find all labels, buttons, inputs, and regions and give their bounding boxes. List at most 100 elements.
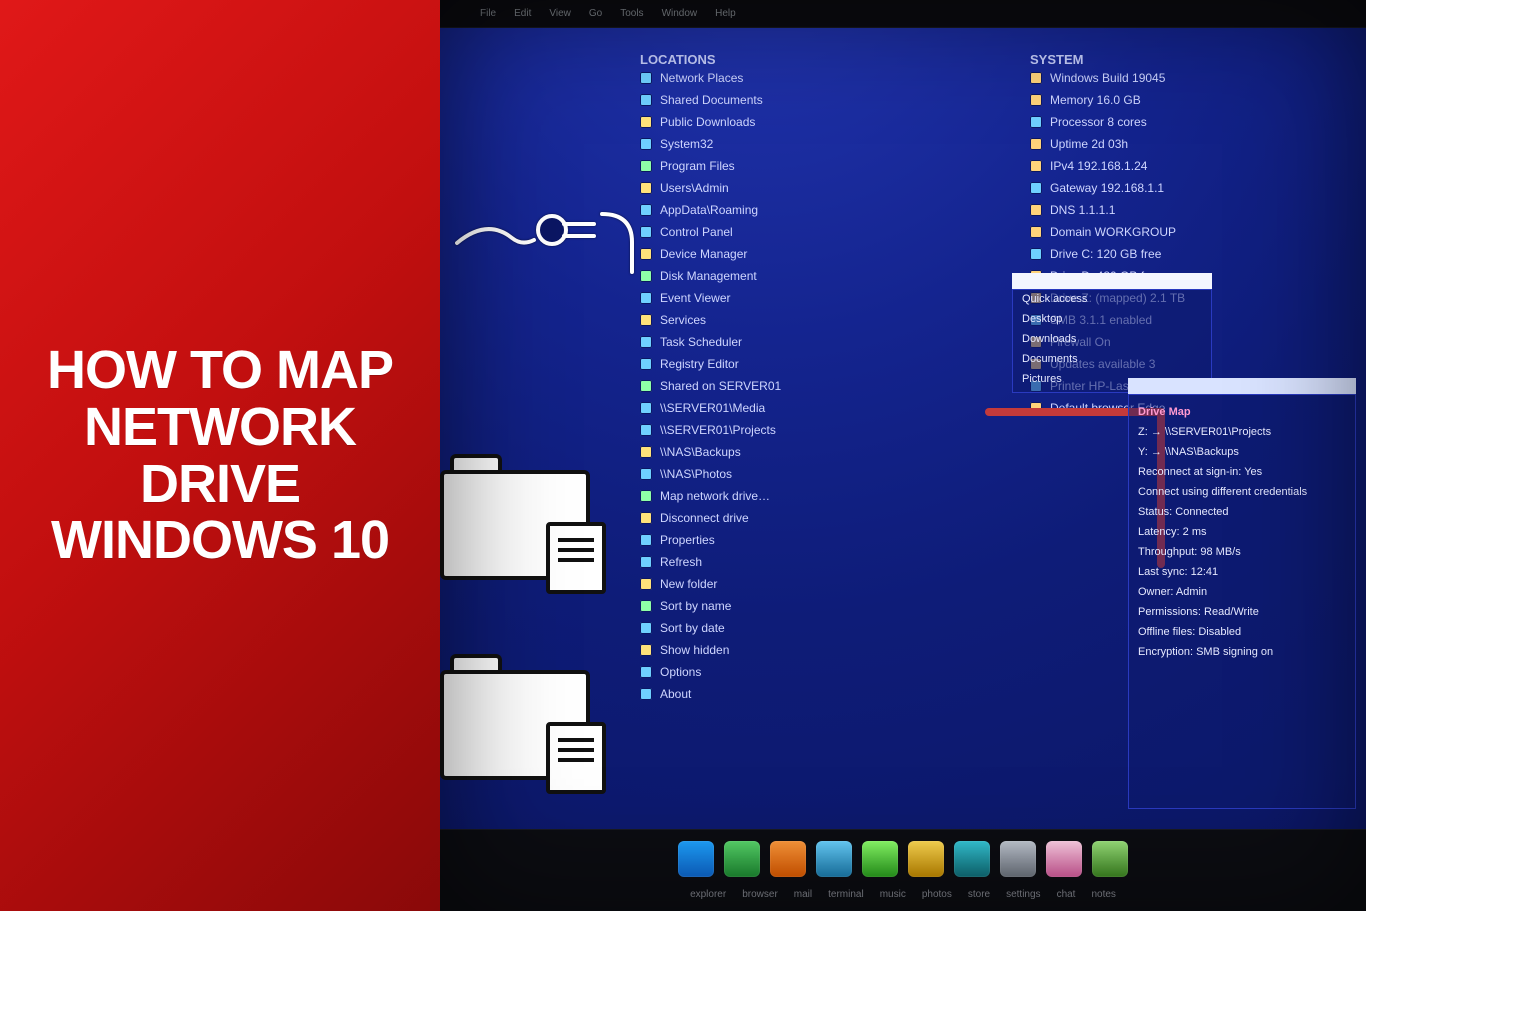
menu-item[interactable]: Help bbox=[715, 8, 736, 19]
list-item-label: \\NAS\Backups bbox=[660, 441, 741, 463]
bullet-icon bbox=[640, 94, 652, 106]
dock-tile-terminal[interactable] bbox=[816, 841, 852, 877]
list-item[interactable]: Domain WORKGROUP bbox=[1030, 221, 1366, 243]
list-item[interactable]: IPv4 192.168.1.24 bbox=[1030, 155, 1366, 177]
list-item-label: Shared Documents bbox=[660, 89, 763, 111]
dock-label: notes bbox=[1091, 889, 1115, 900]
list-item[interactable]: Windows Build 19045 bbox=[1030, 67, 1366, 89]
list-item[interactable]: \\SERVER01\Projects bbox=[640, 419, 1000, 441]
dock-label: terminal bbox=[828, 889, 864, 900]
dock-label: settings bbox=[1006, 889, 1040, 900]
dock-tile-explorer[interactable] bbox=[678, 841, 714, 877]
list-item[interactable]: \\SERVER01\Media bbox=[640, 397, 1000, 419]
list-item[interactable]: Device Manager bbox=[640, 243, 1000, 265]
floating-panel-drivemap[interactable]: ● ● ● Drive Map Z: → \\SERVER01\Projects… bbox=[1128, 378, 1356, 809]
list-item-label: \\SERVER01\Media bbox=[660, 397, 765, 419]
dock-tile-store[interactable] bbox=[954, 841, 990, 877]
dock-tile-music[interactable] bbox=[862, 841, 898, 877]
list-item-label: Program Files bbox=[660, 155, 735, 177]
list-item-label: Control Panel bbox=[660, 221, 733, 243]
menu-item[interactable]: Edit bbox=[514, 8, 531, 19]
list-item[interactable]: Event Viewer bbox=[640, 287, 1000, 309]
dock-tile-chat[interactable] bbox=[1046, 841, 1082, 877]
list-item[interactable]: Show hidden bbox=[640, 639, 1000, 661]
dock-label: music bbox=[880, 889, 906, 900]
dock-tile-photos[interactable] bbox=[908, 841, 944, 877]
menu-item[interactable]: Go bbox=[589, 8, 602, 19]
bullet-icon bbox=[1030, 138, 1042, 150]
list-item-label: Registry Editor bbox=[660, 353, 739, 375]
list-item[interactable]: Services bbox=[640, 309, 1000, 331]
list-item[interactable]: Public Downloads bbox=[640, 111, 1000, 133]
list-item[interactable]: Registry Editor bbox=[640, 353, 1000, 375]
dock-tile-notes[interactable] bbox=[1092, 841, 1128, 877]
list-item-label: Sort by name bbox=[660, 595, 731, 617]
list-item[interactable]: Uptime 2d 03h bbox=[1030, 133, 1366, 155]
list-item[interactable]: Control Panel bbox=[640, 221, 1000, 243]
bullet-icon bbox=[640, 424, 652, 436]
bullet-icon bbox=[640, 512, 652, 524]
bullet-icon bbox=[640, 380, 652, 392]
panel-row[interactable]: Desktop bbox=[1012, 309, 1212, 329]
dock-tile-settings[interactable] bbox=[1000, 841, 1036, 877]
list-item[interactable]: Network Places bbox=[640, 67, 1000, 89]
list-item-label: Properties bbox=[660, 529, 715, 551]
list-item[interactable]: DNS 1.1.1.1 bbox=[1030, 199, 1366, 221]
list-item[interactable]: Sort by name bbox=[640, 595, 1000, 617]
bullet-icon bbox=[640, 402, 652, 414]
bullet-icon bbox=[640, 578, 652, 590]
list-item[interactable]: About bbox=[640, 683, 1000, 705]
panel-line: Encryption: SMB signing on bbox=[1138, 642, 1346, 662]
list-item-label: Task Scheduler bbox=[660, 331, 742, 353]
list-item[interactable]: AppData\Roaming bbox=[640, 199, 1000, 221]
list-item[interactable]: Shared Documents bbox=[640, 89, 1000, 111]
screenshot-area: File Edit View Go Tools Window Help bbox=[440, 0, 1366, 911]
list-item-label: Gateway 192.168.1.1 bbox=[1050, 177, 1164, 199]
menu-item[interactable]: Tools bbox=[620, 8, 643, 19]
panel-row[interactable]: Documents bbox=[1012, 349, 1212, 369]
list-item-label: Event Viewer bbox=[660, 287, 730, 309]
list-item[interactable]: Options bbox=[640, 661, 1000, 683]
list-item-label: Disk Management bbox=[660, 265, 757, 287]
list-item-label: Map network drive… bbox=[660, 485, 770, 507]
list-item[interactable]: New folder bbox=[640, 573, 1000, 595]
bullet-icon bbox=[640, 182, 652, 194]
menu-item[interactable]: Window bbox=[662, 8, 698, 19]
list-item[interactable]: Disconnect drive bbox=[640, 507, 1000, 529]
menu-item[interactable]: File bbox=[480, 8, 496, 19]
floating-panel-quickaccess[interactable]: Quick access Desktop Downloads Documents… bbox=[1012, 273, 1212, 393]
bullet-icon bbox=[640, 556, 652, 568]
list-item[interactable]: Gateway 192.168.1.1 bbox=[1030, 177, 1366, 199]
list-item[interactable]: Properties bbox=[640, 529, 1000, 551]
taskbar-labels: explorer browser mail terminal music pho… bbox=[690, 889, 1116, 900]
list-item[interactable]: Task Scheduler bbox=[640, 331, 1000, 353]
list-item-label: Windows Build 19045 bbox=[1050, 67, 1165, 89]
bullet-icon bbox=[640, 688, 652, 700]
list-item[interactable]: Sort by date bbox=[640, 617, 1000, 639]
panel-row[interactable]: Downloads bbox=[1012, 329, 1212, 349]
list-item-label: Processor 8 cores bbox=[1050, 111, 1147, 133]
list-item-label: Device Manager bbox=[660, 243, 747, 265]
list-item[interactable]: Drive C: 120 GB free bbox=[1030, 243, 1366, 265]
list-item[interactable]: \\NAS\Backups bbox=[640, 441, 1000, 463]
folder-icons bbox=[440, 448, 600, 848]
list-item[interactable]: Map network drive… bbox=[640, 485, 1000, 507]
dock bbox=[678, 841, 1128, 877]
list-item[interactable]: Processor 8 cores bbox=[1030, 111, 1366, 133]
window-controls-icon[interactable]: ● ● ● bbox=[1134, 380, 1175, 390]
list-item[interactable]: Shared on SERVER01 bbox=[640, 375, 1000, 397]
list-item[interactable]: System32 bbox=[640, 133, 1000, 155]
dock-tile-mail[interactable] bbox=[770, 841, 806, 877]
list-item[interactable]: Memory 16.0 GB bbox=[1030, 89, 1366, 111]
list-item[interactable]: Users\Admin bbox=[640, 177, 1000, 199]
panel-row[interactable]: Quick access bbox=[1012, 289, 1212, 309]
menu-item[interactable]: View bbox=[549, 8, 571, 19]
list-item-label: Show hidden bbox=[660, 639, 729, 661]
bullet-icon bbox=[1030, 402, 1042, 414]
list-item[interactable]: Refresh bbox=[640, 551, 1000, 573]
menubar: File Edit View Go Tools Window Help bbox=[440, 0, 1366, 28]
list-item[interactable]: Program Files bbox=[640, 155, 1000, 177]
list-item[interactable]: \\NAS\Photos bbox=[640, 463, 1000, 485]
dock-tile-browser[interactable] bbox=[724, 841, 760, 877]
list-item[interactable]: Disk Management bbox=[640, 265, 1000, 287]
